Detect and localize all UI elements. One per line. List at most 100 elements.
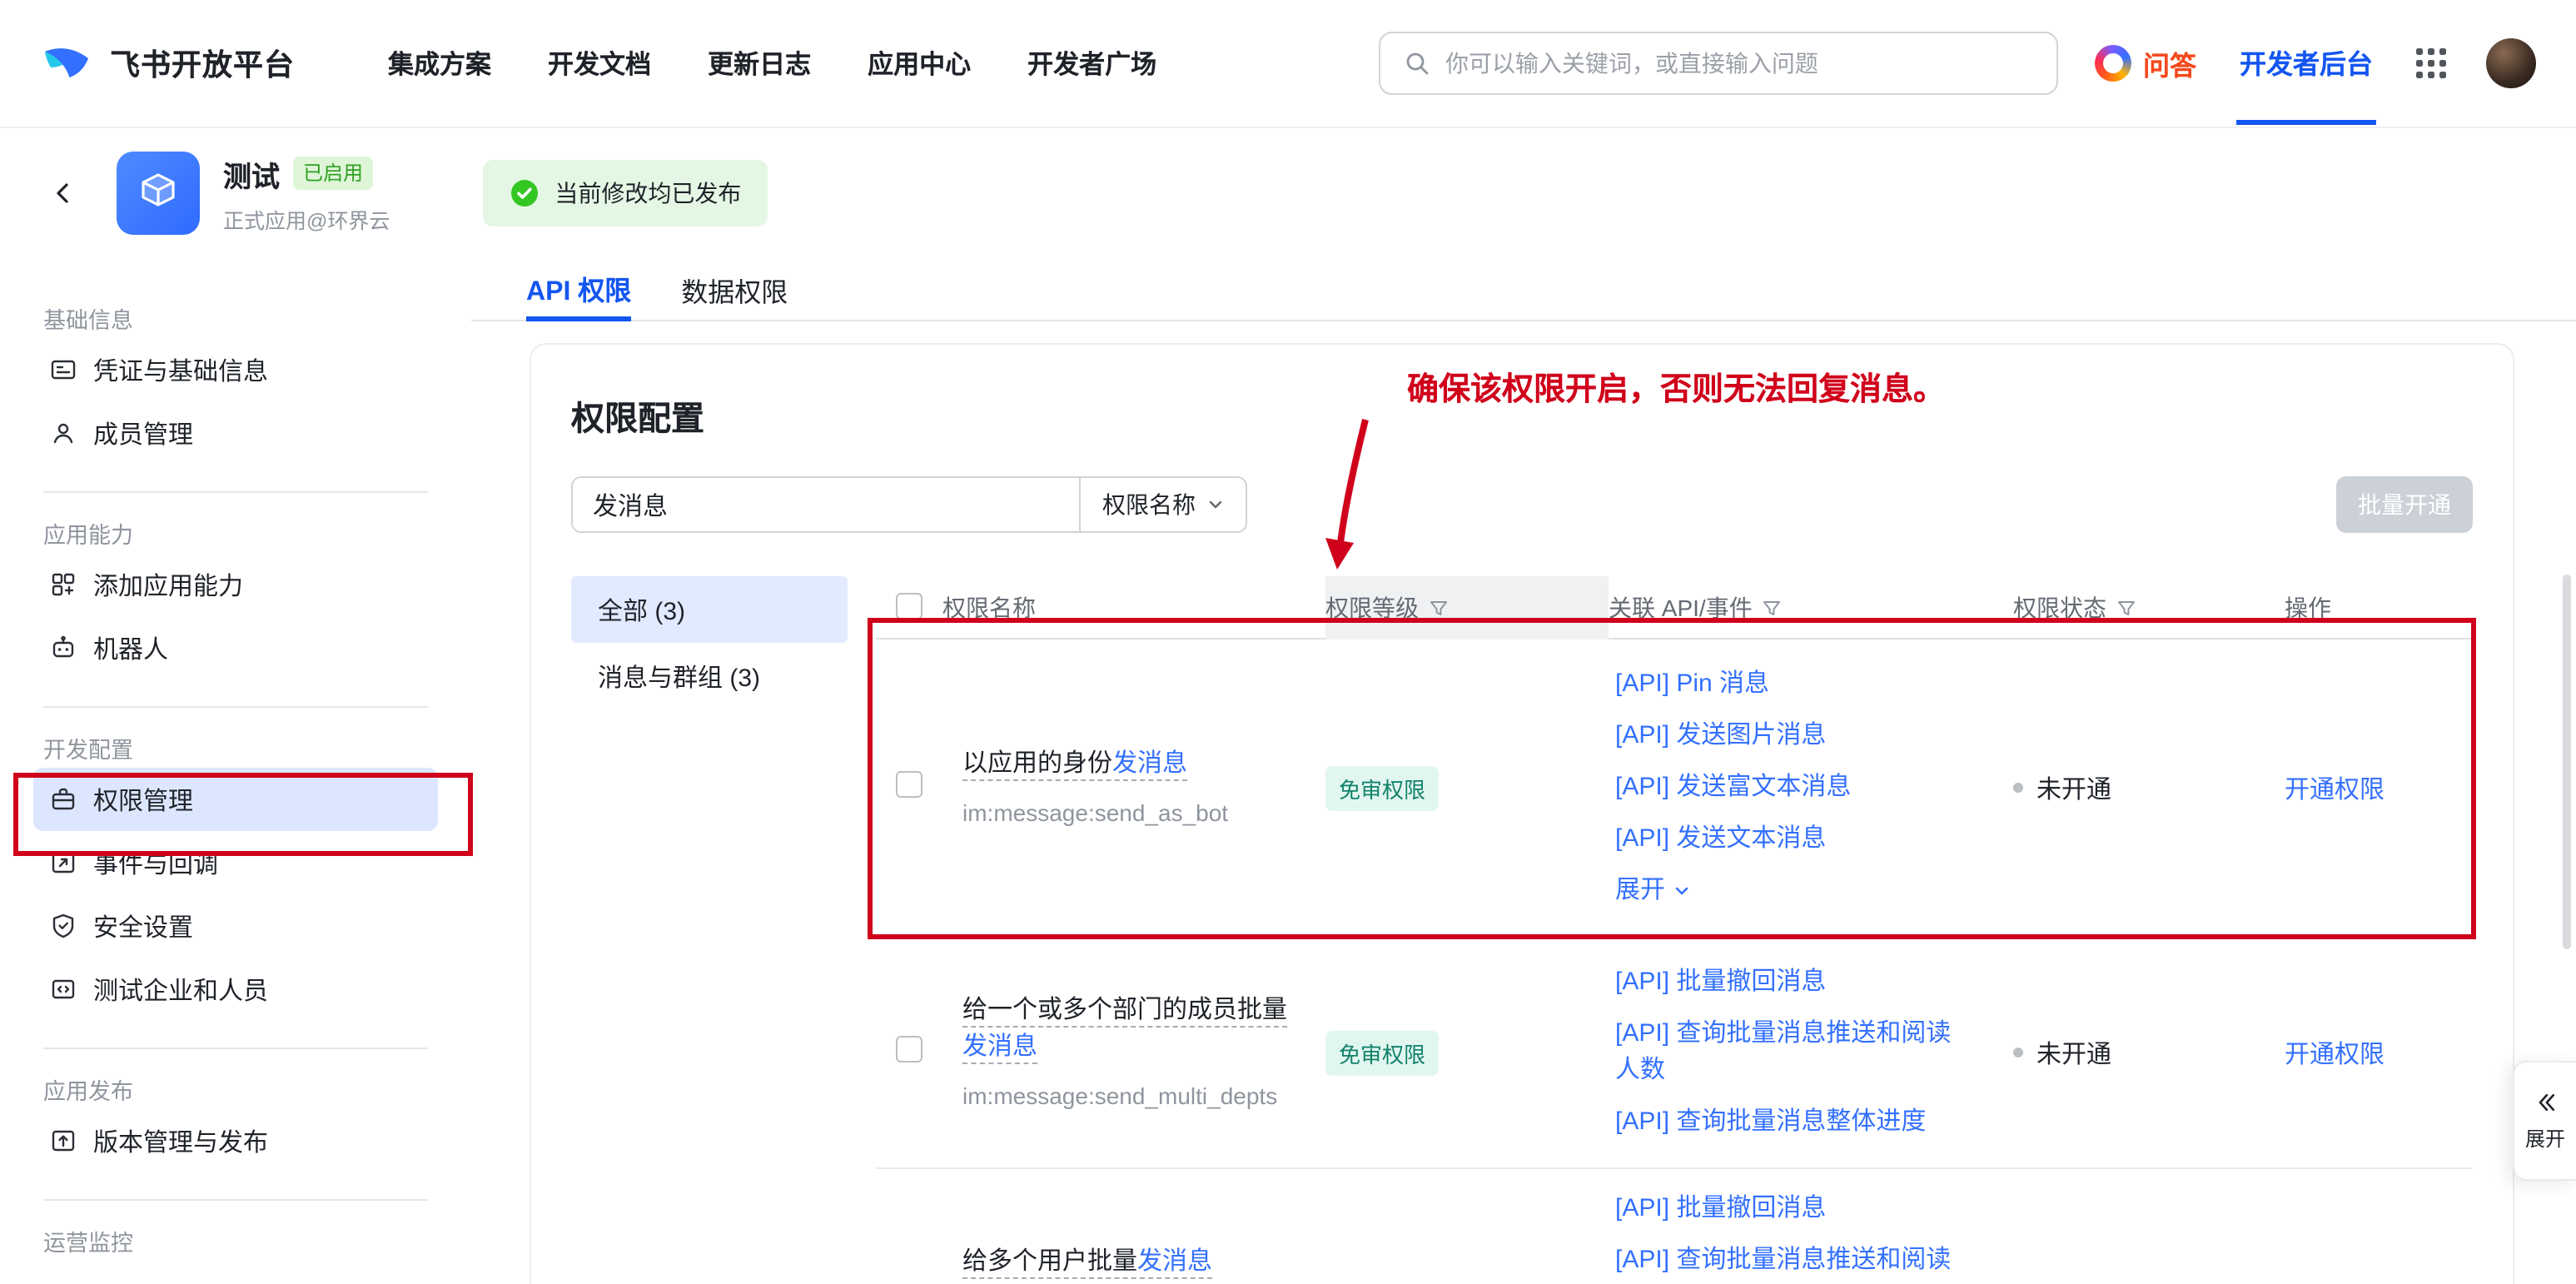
sidebar-section-release: 应用发布 [43,1076,428,1109]
developer-console-link[interactable]: 开发者后台 [2236,2,2376,125]
sidebar-item-events[interactable]: 事件与回调 [33,831,438,894]
page-title: 权限配置 [571,391,2473,440]
enable-permission-link[interactable]: 开通权限 [2285,1040,2385,1068]
tab-api-permission[interactable]: API 权限 [526,258,631,321]
check-circle-icon [510,178,540,208]
api-link[interactable]: [API] Pin 消息 [1615,666,1973,703]
permission-name-link[interactable]: 发消息 [1137,1247,1212,1276]
table-row-send-multi-users: 给多个用户批量发消息 [API] 批量撤回消息 [API] 查询批量消息推送和阅… [876,1169,2473,1284]
user-avatar[interactable] [2486,38,2536,88]
app-header: 测试 已启用 正式应用@环界云 当前修改均已发布 [0,128,2576,258]
category-message-group[interactable]: 消息与群组 (3) [571,643,848,709]
level-badge: 免审权限 [1325,765,1439,810]
tab-data-permission[interactable]: 数据权限 [681,258,788,321]
enable-permission-link[interactable]: 开通权限 [2285,775,2385,804]
toolbar: 权限名称 批量开通 [571,476,2473,533]
member-icon [50,420,77,446]
sidebar-item-version-release[interactable]: 版本管理与发布 [33,1109,438,1172]
sidebar-section-capability: 应用能力 [43,520,428,553]
feishu-logo-icon [40,37,93,90]
nav-link-changelog[interactable]: 更新日志 [708,45,811,82]
back-button[interactable] [40,170,87,216]
double-chevron-left-icon [2532,1090,2559,1113]
sidebar-divider [43,1199,428,1201]
api-link[interactable]: [API] 查询批量消息推送和阅读人数 [1615,1016,1973,1089]
select-all-checkbox[interactable] [896,592,922,619]
api-link[interactable]: [API] 发送富文本消息 [1615,769,1973,806]
row-checkbox[interactable] [896,1035,922,1062]
top-nav: 飞书开放平台 集成方案 开发文档 更新日志 应用中心 开发者广场 问答 开发者后… [0,0,2576,128]
api-link[interactable]: [API] 批量撤回消息 [1615,964,1973,1001]
enabled-badge: 已启用 [293,157,373,190]
sidebar-item-credentials[interactable]: 凭证与基础信息 [33,338,438,401]
app-subtitle: 正式应用@环界云 [223,202,390,234]
top-nav-right: 问答 开发者后台 [2095,0,2536,127]
chevron-down-icon [1207,496,1224,513]
api-link[interactable]: [API] 发送文本消息 [1615,821,1973,858]
permission-name-link[interactable]: 发消息 [962,1032,1037,1060]
global-search-input[interactable] [1445,50,2033,77]
permission-content: 全部 (3) 消息与群组 (3) 权限名称 权限等级 [571,576,2473,1284]
app-icon [117,152,200,235]
sidebar-item-add-capability[interactable]: 添加应用能力 [33,553,438,616]
release-icon [50,1127,77,1154]
event-callback-icon [50,849,77,876]
scrollbar-thumb[interactable] [2563,575,2571,949]
sidebar-item-members[interactable]: 成员管理 [33,401,438,465]
sidebar: 基础信息 凭证与基础信息 成员管理 应用能力 添加应用能力 机器人 开发配置 [0,258,471,1284]
top-nav-links: 集成方案 开发文档 更新日志 应用中心 开发者广场 [388,45,1156,82]
feishu-logo[interactable]: 飞书开放平台 [40,37,295,90]
level-badge: 免审权限 [1325,1030,1439,1075]
add-capability-icon [50,571,77,598]
category-all[interactable]: 全部 (3) [571,576,848,643]
page-body: 基础信息 凭证与基础信息 成员管理 应用能力 添加应用能力 机器人 开发配置 [0,258,2576,1284]
header-permission-status: 权限状态 [2000,576,2275,640]
permission-icon [50,786,77,813]
search-field-dropdown[interactable]: 权限名称 [1079,478,1246,531]
batch-enable-button[interactable]: 批量开通 [2336,476,2473,533]
permission-name-link[interactable]: 发消息 [1112,749,1187,777]
api-link[interactable]: [API] 批量撤回消息 [1615,1191,1973,1227]
sidebar-item-bot[interactable]: 机器人 [33,616,438,679]
status-text: 未开通 [2036,770,2111,805]
nav-link-app-center[interactable]: 应用中心 [868,45,971,82]
app-name-block: 测试 已启用 正式应用@环界云 [223,152,390,234]
filter-icon[interactable] [1429,598,1449,618]
header-action: 操作 [2275,576,2473,640]
app-grid-menu-icon[interactable] [2416,48,2446,78]
filter-icon[interactable] [1763,598,1783,618]
sidebar-item-permissions[interactable]: 权限管理 [33,768,438,831]
sidebar-item-security[interactable]: 安全设置 [33,894,438,958]
expand-apis-link[interactable]: 展开 [1615,873,1973,909]
code-icon [50,976,77,1003]
qa-link[interactable]: 问答 [2095,43,2196,83]
credential-icon [50,356,77,383]
api-link[interactable]: [API] 查询批量消息整体进度 [1615,1104,1973,1141]
header-related-api: 关联 API/事件 [1609,576,2000,640]
permission-code: im:message:send_multi_depts [962,1077,1299,1113]
chevron-down-icon [1673,883,1690,899]
permission-name: 给一个或多个部门的成员批量发消息 [962,992,1299,1065]
sidebar-divider [43,1048,428,1049]
expand-drawer-handle[interactable]: 展开 [2513,1061,2576,1181]
row-checkbox[interactable] [896,770,922,797]
global-search-box[interactable] [1379,32,2058,95]
shield-icon [50,913,77,939]
back-chevron-icon [50,180,77,207]
permission-search-input[interactable] [573,478,1079,531]
sidebar-item-test-company[interactable]: 测试企业和人员 [33,958,438,1021]
feishu-open-platform-console: 飞书开放平台 集成方案 开发文档 更新日志 应用中心 开发者广场 问答 开发者后… [0,0,2576,1284]
nav-link-integrations[interactable]: 集成方案 [388,45,491,82]
permission-tabs: API 权限 数据权限 [471,258,2576,321]
status-dot-icon [2013,1048,2023,1058]
api-link[interactable]: [API] 发送图片消息 [1615,718,1973,754]
permission-name: 以应用的身份发消息 [962,745,1299,782]
header-permission-name: 权限名称 [942,576,1325,640]
filter-icon[interactable] [2116,598,2136,618]
cube-icon [128,163,188,223]
nav-link-docs[interactable]: 开发文档 [548,45,651,82]
logo-text: 飞书开放平台 [110,42,295,85]
api-link[interactable]: [API] 查询批量消息推送和阅读 [1615,1242,1973,1279]
nav-link-dev-plaza[interactable]: 开发者广场 [1027,45,1156,82]
permission-code: im:message:send_as_bot [962,794,1299,830]
